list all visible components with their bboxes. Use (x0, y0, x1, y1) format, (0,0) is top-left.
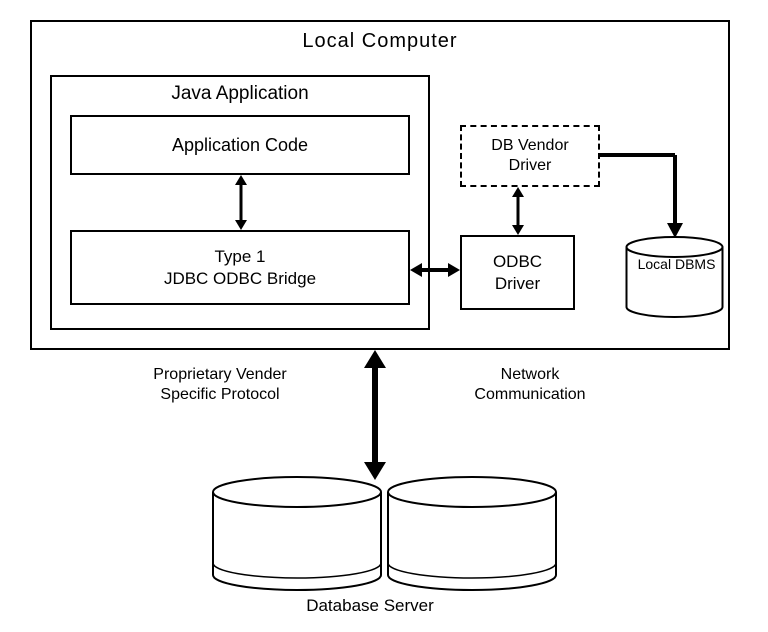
odbc-label-2: Driver (495, 273, 540, 294)
arrow-appcode-bridge (233, 175, 249, 235)
proprietary-line1: Proprietary Vender (153, 366, 286, 383)
network-communication-label: Network Communication (450, 365, 610, 405)
application-code-box: Application Code (70, 115, 410, 175)
database-server-label: Database Server (270, 595, 470, 616)
db-vendor-label-2: Driver (509, 156, 552, 176)
local-dbms-cylinder (623, 235, 726, 320)
network-line1: Network (501, 366, 560, 383)
db-server-cylinder-left (210, 475, 385, 595)
arrow-odbc-vendor (510, 187, 526, 240)
db-vendor-label-1: DB Vendor (491, 136, 568, 156)
local-computer-title: Local Computer (32, 30, 728, 53)
bridge-name-label: JDBC ODBC Bridge (164, 268, 316, 289)
application-code-label: Application Code (172, 135, 308, 156)
odbc-driver-box: ODBC Driver (460, 235, 575, 310)
arrow-bridge-odbc (410, 260, 460, 285)
bridge-type-label: Type 1 (214, 246, 265, 267)
network-line2: Communication (474, 386, 585, 403)
local-dbms-label: Local DBMS (628, 256, 725, 272)
odbc-label-1: ODBC (493, 251, 542, 272)
jdbc-bridge-box: Type 1 JDBC ODBC Bridge (70, 230, 410, 305)
arrow-vendor-localdbms (600, 150, 700, 245)
db-server-cylinder-right (385, 475, 560, 595)
proprietary-protocol-label: Proprietary Vender Specific Protocol (120, 365, 320, 405)
proprietary-line2: Specific Protocol (160, 386, 279, 403)
jdbc-odbc-diagram: Local Computer Java Application Applicat… (30, 20, 740, 620)
arrow-odbc-dbserver (360, 350, 390, 485)
db-vendor-driver-box: DB Vendor Driver (460, 125, 600, 187)
java-application-title: Java Application (52, 83, 428, 105)
